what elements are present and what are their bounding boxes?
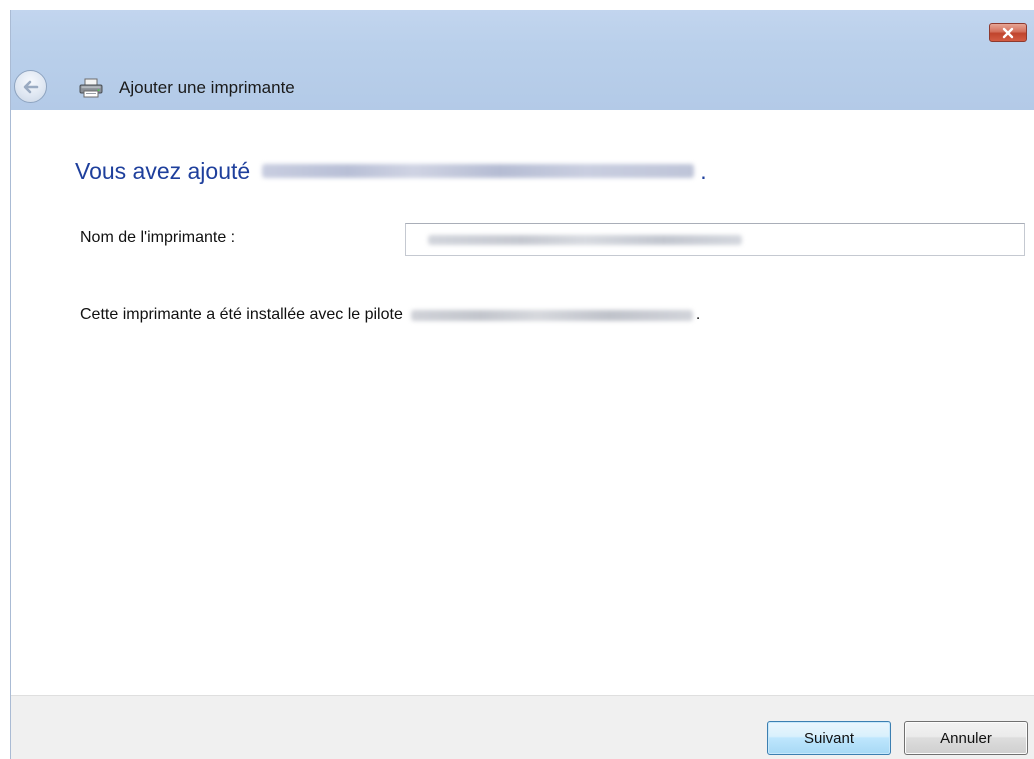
- driver-info-text: Cette imprimante a été installée avec le…: [80, 304, 700, 326]
- window-title: Ajouter une imprimante: [119, 78, 295, 97]
- title-bar: Ajouter une imprimante: [11, 10, 1034, 110]
- redacted-driver-name: [410, 309, 693, 321]
- back-arrow-icon: [23, 80, 38, 93]
- heading-text: Vous avez ajouté: [75, 158, 251, 184]
- add-printer-window: Ajouter une imprimante Vous avez ajouté …: [10, 10, 1034, 759]
- driver-info-suffix: .: [695, 306, 701, 323]
- redacted-printer-name-value: [428, 235, 742, 245]
- heading-suffix: .: [700, 158, 707, 184]
- cancel-button[interactable]: Annuler: [904, 721, 1028, 755]
- back-button[interactable]: [14, 70, 47, 103]
- printer-name-label: Nom de l'imprimante :: [80, 229, 236, 246]
- close-button[interactable]: [989, 23, 1027, 42]
- driver-info-prefix: Cette imprimante a été installée avec le…: [80, 306, 403, 323]
- success-heading: Vous avez ajouté .: [75, 156, 707, 186]
- printer-icon: [79, 78, 103, 98]
- redacted-printer-name: [262, 164, 695, 178]
- printer-name-input[interactable]: [405, 223, 1025, 256]
- button-bar: Suivant Annuler: [11, 695, 1034, 759]
- next-button[interactable]: Suivant: [767, 721, 891, 755]
- close-icon: [1002, 27, 1014, 38]
